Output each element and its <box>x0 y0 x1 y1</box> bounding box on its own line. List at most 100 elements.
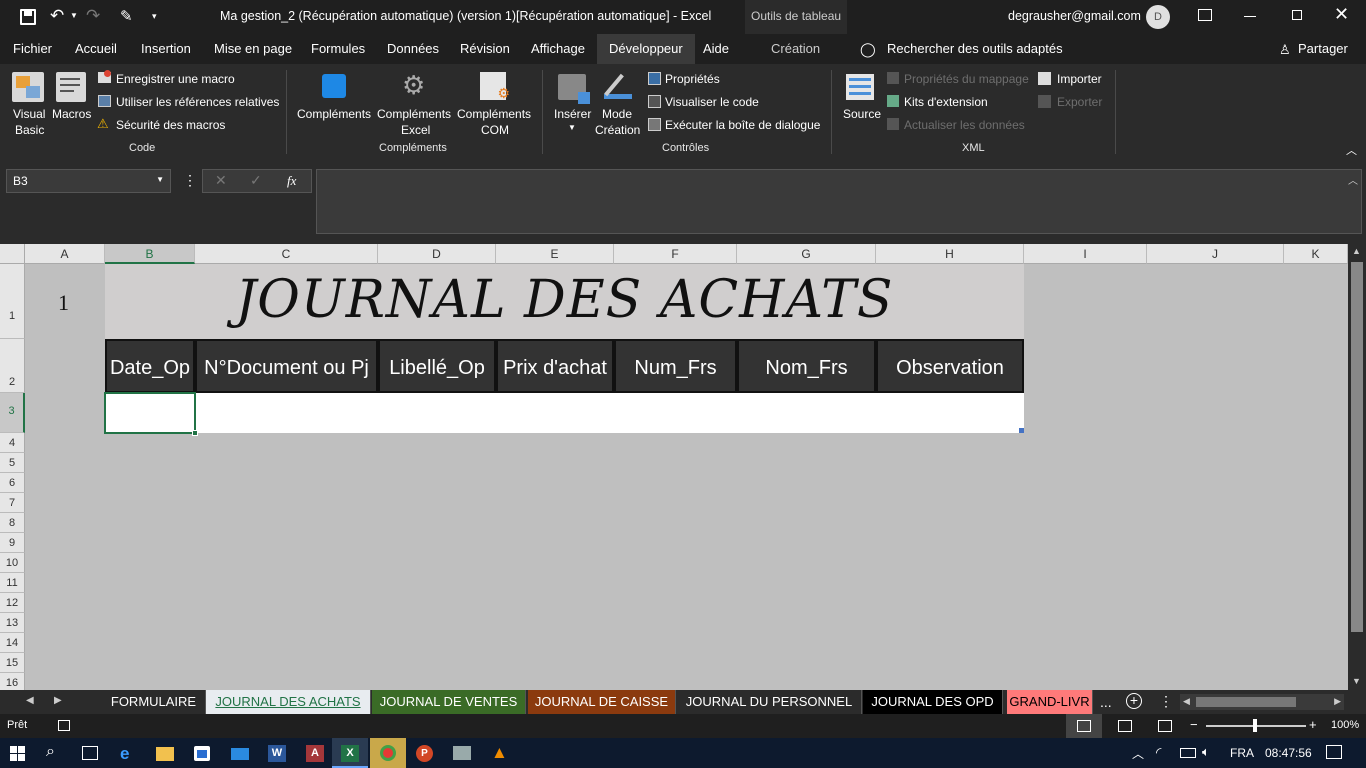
more-sheets-button[interactable]: ... <box>1100 694 1112 710</box>
insert-control-icon[interactable] <box>558 74 590 104</box>
name-box-dropdown-icon[interactable]: ▼ <box>156 175 164 184</box>
com-addins-icon[interactable]: ⚙ <box>480 72 510 101</box>
brush-icon[interactable]: ✎ <box>120 7 133 25</box>
column-header-a[interactable]: A <box>25 244 105 264</box>
task-view-icon[interactable] <box>82 746 98 760</box>
formula-input[interactable] <box>316 169 1362 234</box>
column-header-b[interactable]: B <box>105 244 195 264</box>
addins-cube-icon[interactable] <box>322 74 346 98</box>
visual-basic-label-2[interactable]: Basic <box>15 123 44 137</box>
excel-addins-label-2[interactable]: Excel <box>401 123 430 137</box>
share-button[interactable]: Partager <box>1298 34 1348 64</box>
macro-security-button[interactable]: Sécurité des macros <box>116 118 225 132</box>
addins-button[interactable]: Compléments <box>297 107 371 121</box>
refresh-data-button[interactable]: Actualiser les données <box>904 118 1025 132</box>
com-addins-label-2[interactable]: COM <box>481 123 509 137</box>
zoom-slider[interactable] <box>1206 719 1306 732</box>
sheet-tab-formulaire[interactable]: FORMULAIRE <box>102 690 206 714</box>
column-header-k[interactable]: K <box>1284 244 1348 264</box>
page-break-icon[interactable] <box>1158 720 1172 732</box>
row-header-8[interactable]: 8 <box>0 513 25 533</box>
zoom-thumb[interactable] <box>1253 719 1257 732</box>
header-observation[interactable]: Observation <box>876 339 1024 393</box>
map-properties-button[interactable]: Propriétés du mappage <box>904 72 1029 86</box>
language-indicator[interactable]: FRA <box>1230 746 1254 760</box>
scroll-down-icon[interactable]: ▼ <box>1352 676 1361 686</box>
header-num-frs[interactable]: Num_Frs <box>614 339 737 393</box>
scroll-left-icon[interactable]: ◀ <box>1183 696 1190 707</box>
row-header-1[interactable]: 1 <box>0 264 25 339</box>
table-row[interactable] <box>105 393 1024 433</box>
tab-insertion[interactable]: Insertion <box>141 34 191 64</box>
windows-start-icon[interactable] <box>10 746 25 761</box>
com-addins-label-1[interactable]: Compléments <box>457 107 531 121</box>
enter-icon[interactable]: ✓ <box>250 172 262 189</box>
sheet-tab-journal-des-opd[interactable]: JOURNAL DES OPD <box>863 690 1003 714</box>
record-macro-button[interactable]: Enregistrer une macro <box>116 72 235 86</box>
scroll-right-icon[interactable]: ▶ <box>1334 696 1341 707</box>
minimize-icon[interactable] <box>1244 16 1256 17</box>
row-header-6[interactable]: 6 <box>0 473 25 493</box>
sheet-tab-journal-de-ventes[interactable]: JOURNAL DE VENTES <box>372 690 526 714</box>
collapse-ribbon-icon[interactable]: ︿ <box>1346 142 1357 158</box>
more-options-icon[interactable]: ⋮ <box>183 172 197 189</box>
next-sheet-icon[interactable]: ▶ <box>54 695 62 706</box>
close-icon[interactable]: ✕ <box>1334 4 1349 25</box>
tab-fichier[interactable]: Fichier <box>13 34 52 64</box>
vertical-scrollbar[interactable]: ▲ ▼ <box>1348 244 1366 690</box>
excel-addins-gear-icon[interactable]: ⚙ <box>402 70 425 101</box>
fill-handle[interactable] <box>192 430 198 436</box>
row-header-4[interactable]: 4 <box>0 433 25 453</box>
page-layout-icon[interactable] <box>1118 720 1132 732</box>
chrome-icon[interactable] <box>370 738 406 768</box>
scroll-up-icon[interactable]: ▲ <box>1352 246 1361 256</box>
notifications-icon[interactable] <box>1326 745 1342 759</box>
header-libelle-op[interactable]: Libellé_Op <box>378 339 496 393</box>
visual-basic-icon[interactable] <box>12 72 44 102</box>
tab-accueil[interactable]: Accueil <box>75 34 117 64</box>
visual-basic-label-1[interactable]: Visual <box>13 107 45 121</box>
sheet-tab-journal-du-personnel[interactable]: JOURNAL DU PERSONNEL <box>677 690 862 714</box>
table-resize-handle[interactable] <box>1019 428 1024 433</box>
name-box[interactable]: B3 ▼ <box>6 169 171 193</box>
column-header-d[interactable]: D <box>378 244 496 264</box>
edge-icon[interactable]: e <box>120 744 129 764</box>
tab-formules[interactable]: Formules <box>311 34 365 64</box>
scroll-thumb[interactable] <box>1351 262 1363 632</box>
row-header-11[interactable]: 11 <box>0 573 25 593</box>
row-header-14[interactable]: 14 <box>0 633 25 653</box>
expansion-packs-button[interactable]: Kits d'extension <box>904 95 988 109</box>
accessibility-icon[interactable] <box>58 720 70 731</box>
restore-icon[interactable] <box>1292 10 1302 20</box>
row-header-7[interactable]: 7 <box>0 493 25 513</box>
column-header-j[interactable]: J <box>1147 244 1284 264</box>
tab-affichage[interactable]: Affichage <box>531 34 585 64</box>
excel-taskbar-icon[interactable]: X <box>332 738 368 768</box>
undo-icon[interactable]: ↶ <box>50 6 64 26</box>
undo-dropdown-icon[interactable]: ▼ <box>70 11 78 20</box>
column-header-c[interactable]: C <box>195 244 378 264</box>
tab-revision[interactable]: Révision <box>460 34 510 64</box>
search-icon[interactable]: ⌕ <box>46 743 55 761</box>
row-header-12[interactable]: 12 <box>0 593 25 613</box>
row-header-3[interactable]: 3 <box>0 393 25 433</box>
save-icon[interactable] <box>20 9 36 25</box>
header-nom-frs[interactable]: Nom_Frs <box>737 339 876 393</box>
word-icon[interactable]: W <box>268 745 286 762</box>
row-header-2[interactable]: 2 <box>0 339 25 393</box>
battery-icon[interactable] <box>1180 748 1196 758</box>
run-dialog-button[interactable]: Exécuter la boîte de dialogue <box>665 118 820 132</box>
row-header-10[interactable]: 10 <box>0 553 25 573</box>
wifi-icon[interactable]: ◜ <box>1156 744 1161 761</box>
row-header-9[interactable]: 9 <box>0 533 25 553</box>
account-email[interactable]: degrausher@gmail.com <box>1008 9 1141 23</box>
insert-dropdown-icon[interactable]: ▼ <box>568 123 576 132</box>
export-button[interactable]: Exporter <box>1057 95 1102 109</box>
column-header-g[interactable]: G <box>737 244 876 264</box>
xml-source-label[interactable]: Source <box>843 107 881 121</box>
customize-qat-icon[interactable]: ▾ <box>152 11 157 22</box>
design-mode-label-1[interactable]: Mode <box>602 107 632 121</box>
remote-desktop-icon[interactable] <box>453 746 471 760</box>
vlc-icon[interactable]: ▲ <box>491 743 508 763</box>
zoom-in-icon[interactable]: + <box>1309 717 1317 732</box>
